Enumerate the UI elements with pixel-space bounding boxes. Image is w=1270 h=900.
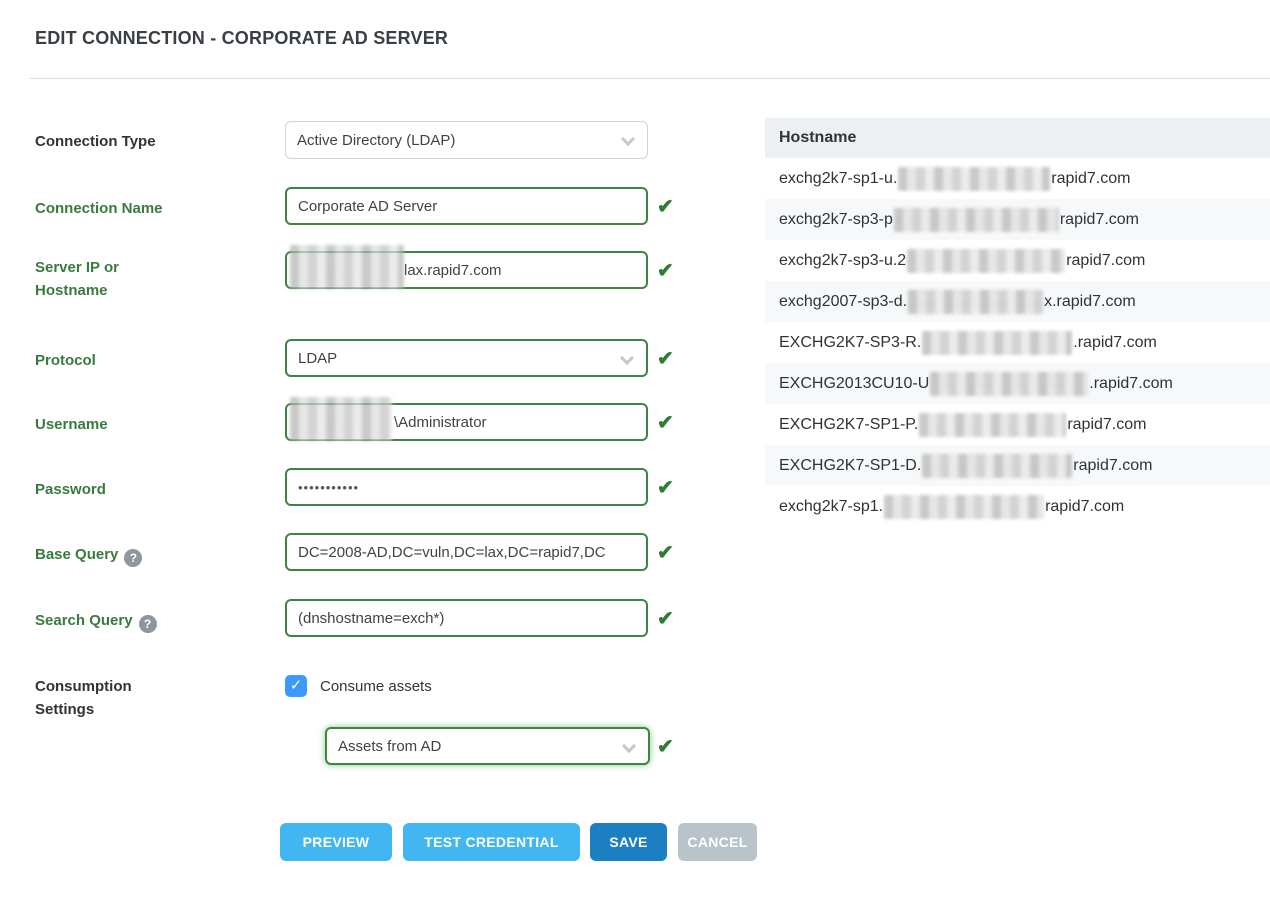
password-label: Password bbox=[35, 478, 270, 501]
hostname-row: exchg2k7-sp1-u. rapid7.com bbox=[765, 158, 1270, 199]
hostname-suffix: rapid7.com bbox=[1051, 170, 1130, 188]
consume-assets-label: Consume assets bbox=[320, 678, 432, 695]
help-icon[interactable]: ? bbox=[139, 615, 157, 633]
assets-source-value: Assets from AD bbox=[338, 738, 441, 755]
hostname-prefix: EXCHG2K7-SP1-P. bbox=[779, 416, 918, 434]
test-credential-button[interactable]: TEST CREDENTIAL bbox=[403, 823, 580, 861]
redacted-text-block bbox=[922, 454, 1072, 478]
search-query-input[interactable] bbox=[285, 599, 648, 637]
protocol-valid-icon: ✔ bbox=[657, 346, 679, 371]
hostname-suffix: .rapid7.com bbox=[1089, 375, 1173, 393]
hostname-prefix: EXCHG2K7-SP1-D. bbox=[779, 457, 921, 475]
connection-name-label: Connection Name bbox=[35, 197, 270, 220]
hostname-row: exchg2k7-sp3-u.2 rapid7.com bbox=[765, 240, 1270, 281]
server-ip-input[interactable]: lax.rapid7.com bbox=[285, 251, 648, 289]
connection-name-input[interactable] bbox=[285, 187, 648, 225]
protocol-value: LDAP bbox=[298, 350, 337, 367]
connection-name-valid-icon: ✔ bbox=[657, 194, 679, 219]
connection-type-label: Connection Type bbox=[35, 130, 270, 153]
connection-type-select[interactable]: Active Directory (LDAP) bbox=[285, 121, 648, 159]
hostname-prefix: exchg2k7-sp1-u. bbox=[779, 170, 897, 188]
username-valid-icon: ✔ bbox=[657, 410, 679, 435]
hostname-prefix: exchg2k7-sp3-p bbox=[779, 211, 893, 229]
redacted-text-block bbox=[884, 495, 1044, 519]
hostname-suffix: rapid7.com bbox=[1073, 457, 1152, 475]
base-query-valid-icon: ✔ bbox=[657, 540, 679, 565]
hostname-suffix: rapid7.com bbox=[1060, 211, 1139, 229]
hostname-row: exchg2k7-sp3-p rapid7.com bbox=[765, 199, 1270, 240]
help-icon[interactable]: ? bbox=[124, 549, 142, 567]
server-ip-visible-value: lax.rapid7.com bbox=[404, 262, 502, 279]
hostname-row: EXCHG2K7-SP1-P. rapid7.com bbox=[765, 404, 1270, 445]
redacted-text-block bbox=[290, 397, 392, 441]
redacted-text-block bbox=[898, 167, 1050, 191]
title-divider bbox=[30, 78, 1270, 79]
hostname-prefix: EXCHG2K7-SP3-R. bbox=[779, 334, 921, 352]
protocol-label: Protocol bbox=[35, 349, 270, 372]
chevron-down-icon bbox=[621, 132, 635, 146]
redacted-text-block bbox=[290, 245, 404, 289]
username-label: Username bbox=[35, 413, 270, 436]
hostname-prefix: exchg2k7-sp3-u.2 bbox=[779, 252, 906, 270]
hostname-row: exchg2007-sp3-d. x.rapid7.com bbox=[765, 281, 1270, 322]
assets-source-select[interactable]: Assets from AD bbox=[325, 727, 650, 765]
redacted-text-block bbox=[922, 331, 1072, 355]
username-visible-value: \Administrator bbox=[394, 414, 487, 431]
hostname-suffix: rapid7.com bbox=[1045, 498, 1124, 516]
password-valid-icon: ✔ bbox=[657, 475, 679, 500]
username-input[interactable]: \Administrator bbox=[285, 403, 648, 441]
redacted-text-block bbox=[908, 290, 1043, 314]
server-ip-label: Server IP or Hostname bbox=[35, 256, 270, 302]
base-query-input[interactable] bbox=[285, 533, 648, 571]
redacted-text-block bbox=[930, 372, 1088, 396]
preview-button[interactable]: PREVIEW bbox=[280, 823, 392, 861]
redacted-text-block bbox=[894, 208, 1059, 232]
hostname-prefix: exchg2007-sp3-d. bbox=[779, 293, 907, 311]
redacted-text-block bbox=[907, 249, 1065, 273]
hostname-suffix: rapid7.com bbox=[1066, 252, 1145, 270]
cancel-button[interactable]: CANCEL bbox=[678, 823, 757, 861]
base-query-label: Base Query? bbox=[35, 543, 270, 567]
page-title: EDIT CONNECTION - CORPORATE AD SERVER bbox=[35, 28, 448, 49]
hostname-prefix: EXCHG2013CU10-U bbox=[779, 375, 929, 393]
chevron-down-icon bbox=[622, 739, 636, 753]
hostname-table: Hostname exchg2k7-sp1-u. rapid7.com exch… bbox=[765, 118, 1270, 527]
password-input[interactable] bbox=[285, 468, 648, 506]
assets-source-valid-icon: ✔ bbox=[657, 734, 679, 759]
connection-type-value: Active Directory (LDAP) bbox=[297, 132, 455, 149]
hostname-suffix: .rapid7.com bbox=[1073, 334, 1157, 352]
chevron-down-icon bbox=[620, 351, 634, 365]
search-query-valid-icon: ✔ bbox=[657, 606, 679, 631]
server-ip-valid-icon: ✔ bbox=[657, 258, 679, 283]
hostname-row: exchg2k7-sp1. rapid7.com bbox=[765, 486, 1270, 527]
redacted-text-block bbox=[919, 413, 1066, 437]
hostname-prefix: exchg2k7-sp1. bbox=[779, 498, 883, 516]
save-button[interactable]: SAVE bbox=[590, 823, 667, 861]
hostname-row: EXCHG2K7-SP3-R. .rapid7.com bbox=[765, 322, 1270, 363]
hostname-row: EXCHG2K7-SP1-D. rapid7.com bbox=[765, 445, 1270, 486]
hostname-suffix: x.rapid7.com bbox=[1044, 293, 1136, 311]
search-query-label: Search Query? bbox=[35, 609, 270, 633]
consume-assets-checkbox[interactable]: ✓ bbox=[285, 675, 307, 697]
hostname-rows: exchg2k7-sp1-u. rapid7.com exchg2k7-sp3-… bbox=[765, 158, 1270, 527]
consumption-settings-label: Consumption Settings bbox=[35, 675, 270, 721]
protocol-select[interactable]: LDAP bbox=[285, 339, 648, 377]
hostname-suffix: rapid7.com bbox=[1067, 416, 1146, 434]
hostname-table-header: Hostname bbox=[765, 118, 1270, 158]
hostname-row: EXCHG2013CU10-U .rapid7.com bbox=[765, 363, 1270, 404]
